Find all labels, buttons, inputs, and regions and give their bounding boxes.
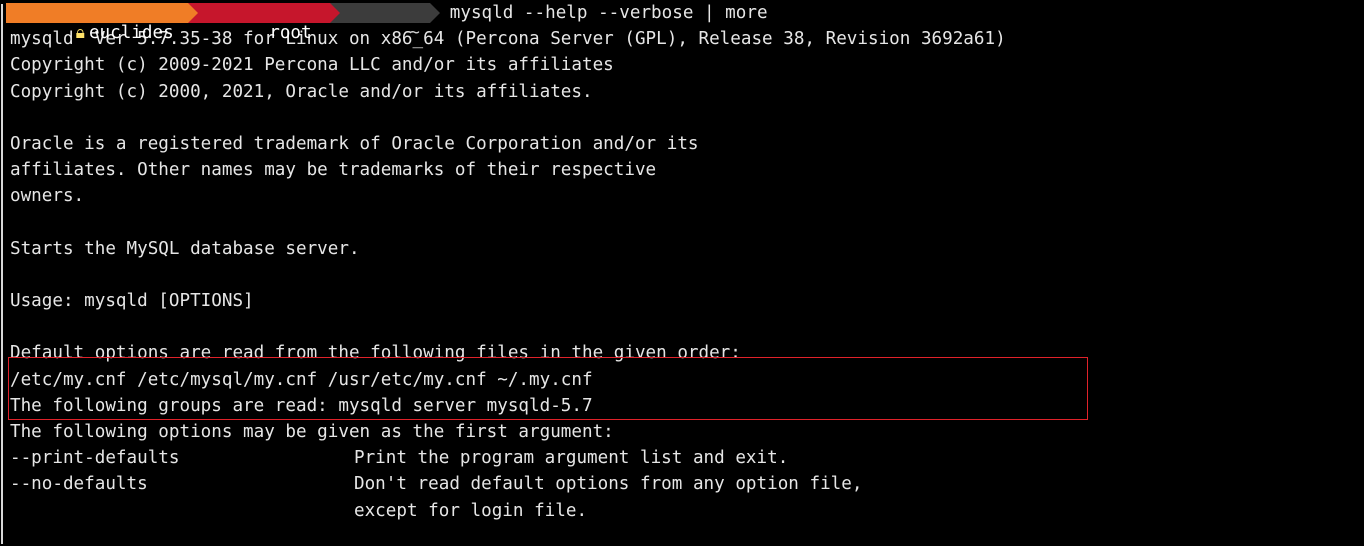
output-blank-line bbox=[10, 210, 1364, 236]
option-row: except for login file. bbox=[10, 498, 1364, 524]
output-starts-line: Starts the MySQL database server. bbox=[10, 238, 360, 259]
powerline-arrow-icon bbox=[429, 3, 440, 24]
output-usage-line: Usage: mysqld [OPTIONS] bbox=[10, 291, 254, 312]
option-description: Print the program argument list and exit… bbox=[354, 448, 789, 469]
terminal-window[interactable]: 🔒︎ euclides root ~ mysqld --help --verbos… bbox=[0, 0, 1364, 546]
option-row: --print-defaults Print the program argum… bbox=[10, 445, 1364, 471]
prompt-dir: ~ bbox=[409, 23, 420, 44]
powerline-arrow-icon bbox=[329, 3, 340, 24]
option-description: except for login file. bbox=[354, 500, 588, 521]
output-options-intro-line: The following options may be given as th… bbox=[10, 422, 614, 442]
output-blank-line bbox=[10, 262, 1364, 288]
shell-prompt: 🔒︎ euclides root ~ mysqld --help --verbos… bbox=[6, 0, 1364, 43]
prompt-dir-segment: ~ bbox=[329, 3, 440, 43]
option-name: --print-defaults bbox=[10, 448, 180, 469]
terminal-left-bar bbox=[1, 4, 3, 544]
prompt-user-segment: root bbox=[187, 3, 340, 43]
option-name bbox=[10, 498, 354, 524]
output-blank-line bbox=[10, 314, 1364, 340]
prompt-host-segment: 🔒︎ euclides bbox=[6, 3, 198, 43]
output-trademark-line-3: owners. bbox=[10, 186, 85, 207]
lock-icon: 🔒︎ bbox=[75, 23, 85, 44]
prompt-host: euclides bbox=[88, 23, 174, 44]
output-blank-line bbox=[10, 105, 1364, 131]
highlight-annotation-box bbox=[8, 357, 1088, 420]
output-trademark-line-1: Oracle is a registered trademark of Orac… bbox=[10, 133, 699, 154]
option-name: --no-defaults bbox=[10, 474, 148, 495]
prompt-user: root bbox=[269, 23, 312, 44]
powerline-arrow-icon bbox=[187, 3, 198, 24]
option-description: Don't read default options from any opti… bbox=[354, 474, 863, 495]
option-row: --no-defaults Don't read default options… bbox=[10, 471, 1364, 497]
command-text: mysqld --help --verbose | more bbox=[449, 3, 768, 23]
output-trademark-line-2: affiliates. Other names may be trademark… bbox=[10, 160, 657, 181]
